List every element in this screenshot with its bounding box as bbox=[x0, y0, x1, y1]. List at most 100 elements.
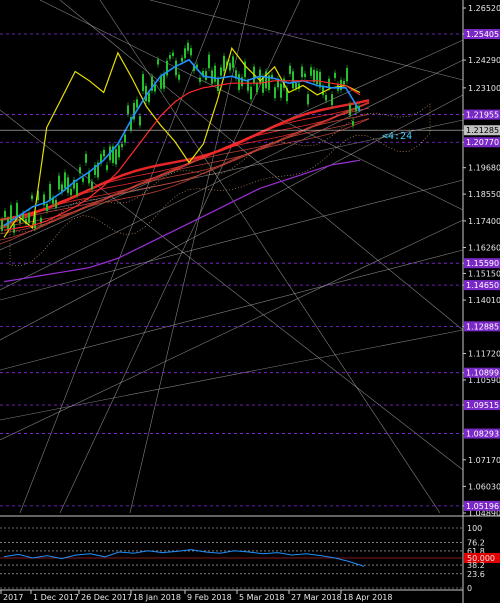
x-tick-label: 5 Mar 2018 bbox=[239, 593, 285, 602]
candle-body bbox=[70, 188, 72, 196]
candle-body bbox=[316, 70, 318, 85]
candle-body bbox=[181, 57, 183, 62]
candle-body bbox=[352, 120, 354, 126]
bar-timer: <4:24 bbox=[382, 131, 412, 142]
candle-body bbox=[58, 175, 60, 190]
candle-body bbox=[349, 104, 351, 116]
candle-body bbox=[307, 94, 309, 105]
y-tick-label: 1.15150 bbox=[468, 269, 500, 278]
candle-body bbox=[169, 55, 171, 59]
candle-body bbox=[136, 99, 138, 108]
level-label: 1.15590 bbox=[466, 259, 499, 268]
x-tick-label: 26 Dec 2017 bbox=[81, 593, 132, 602]
candle-body bbox=[106, 165, 108, 170]
candle-body bbox=[76, 182, 78, 196]
candle-body bbox=[127, 105, 129, 114]
candle-body bbox=[310, 67, 312, 76]
candle-body bbox=[229, 63, 231, 71]
level-label: 1.10899 bbox=[466, 369, 499, 378]
y-tick-label: 1.24290 bbox=[468, 56, 500, 65]
candle-body bbox=[220, 67, 222, 76]
candle-body bbox=[331, 94, 333, 106]
candle-body bbox=[10, 205, 12, 221]
candle-body bbox=[85, 153, 87, 163]
candle-body bbox=[238, 74, 240, 90]
level-label: 1.21955 bbox=[466, 111, 499, 120]
y-tick-label: 1.16260 bbox=[468, 244, 500, 253]
x-tick-label: 9 Feb 2018 bbox=[187, 593, 232, 602]
candle-body bbox=[28, 213, 30, 223]
y-tick-label: 1.19680 bbox=[468, 164, 500, 173]
y-tick-label: 1.23100 bbox=[468, 84, 500, 93]
candle-body bbox=[31, 195, 33, 200]
candle-body bbox=[178, 74, 180, 80]
candle-body bbox=[304, 73, 306, 77]
candle-body bbox=[139, 116, 141, 126]
candle-body bbox=[322, 86, 324, 96]
y-tick-label: 1.07170 bbox=[468, 456, 500, 465]
level-label: 1.25405 bbox=[466, 30, 499, 39]
candle-body bbox=[301, 66, 303, 78]
level-label: 1.08293 bbox=[466, 430, 499, 439]
oscillator-tick-label: 23.6 bbox=[467, 570, 485, 579]
candle-body bbox=[148, 92, 150, 103]
candle-body bbox=[4, 210, 6, 218]
candle-body bbox=[142, 74, 144, 91]
level-label: 1.05196 bbox=[466, 502, 499, 511]
candle-body bbox=[82, 177, 84, 182]
x-tick-label: 1 Dec 2017 bbox=[33, 593, 79, 602]
candle-body bbox=[184, 48, 186, 59]
y-tick-label: 1.17400 bbox=[468, 217, 500, 226]
candle-body bbox=[187, 42, 189, 51]
y-tick-label: 1.26520 bbox=[468, 4, 500, 13]
candle-body bbox=[55, 199, 57, 208]
x-tick-label: 18 Jan 2018 bbox=[133, 593, 181, 602]
y-tick-label: 1.14010 bbox=[468, 296, 500, 305]
candle-body bbox=[67, 177, 69, 193]
candle-body bbox=[91, 181, 93, 190]
price-chart: 1.26520 1.25405 1.24290 1.23100 1.21955 1.212… bbox=[0, 0, 500, 603]
candle-body bbox=[325, 95, 327, 101]
candle-body bbox=[118, 145, 120, 158]
candle-body bbox=[223, 55, 225, 72]
y-tick-label: 1.18550 bbox=[468, 190, 500, 199]
candle-body bbox=[163, 73, 165, 89]
candle-body bbox=[247, 80, 249, 91]
candle-body bbox=[19, 218, 21, 224]
candle-body bbox=[256, 83, 258, 93]
y-tick-label: 1.06030 bbox=[468, 482, 500, 491]
candle-body bbox=[46, 203, 48, 211]
candle-body bbox=[250, 86, 252, 100]
candle-body bbox=[103, 149, 105, 157]
candle-body bbox=[292, 71, 294, 89]
level-label: 1.20770 bbox=[466, 138, 499, 147]
candle-body bbox=[295, 83, 297, 89]
level-label: 1.12885 bbox=[466, 322, 499, 331]
candle-body bbox=[172, 52, 174, 56]
candle-body bbox=[343, 81, 345, 85]
candle-body bbox=[49, 183, 51, 201]
x-tick-label: 2017 bbox=[3, 593, 23, 602]
current-price-label: 1.21285 bbox=[466, 126, 499, 135]
candle-body bbox=[157, 59, 159, 65]
candle-body bbox=[190, 48, 192, 56]
x-tick-label: 27 Mar 2018 bbox=[291, 593, 342, 602]
y-tick-label: 1.11720 bbox=[468, 350, 500, 359]
oscillator-tick-label: 100 bbox=[467, 524, 482, 533]
candle-body bbox=[175, 60, 177, 76]
x-tick-label: 18 Apr 2018 bbox=[343, 593, 392, 602]
candle-body bbox=[16, 202, 18, 217]
candle-body bbox=[208, 54, 210, 69]
candle-body bbox=[205, 71, 207, 80]
level-label: 1.09515 bbox=[466, 401, 499, 410]
candle-body bbox=[232, 56, 234, 68]
level-label: 1.14650 bbox=[466, 281, 499, 290]
candle-body bbox=[274, 87, 276, 99]
candle-body bbox=[214, 65, 216, 82]
candle-body bbox=[124, 134, 126, 143]
candle-body bbox=[115, 149, 117, 165]
candle-body bbox=[64, 172, 66, 189]
candle-body bbox=[79, 167, 81, 174]
candle-body bbox=[199, 77, 201, 82]
chart-root: 1.26520 1.25405 1.24290 1.23100 1.21955 1.212… bbox=[0, 0, 500, 603]
